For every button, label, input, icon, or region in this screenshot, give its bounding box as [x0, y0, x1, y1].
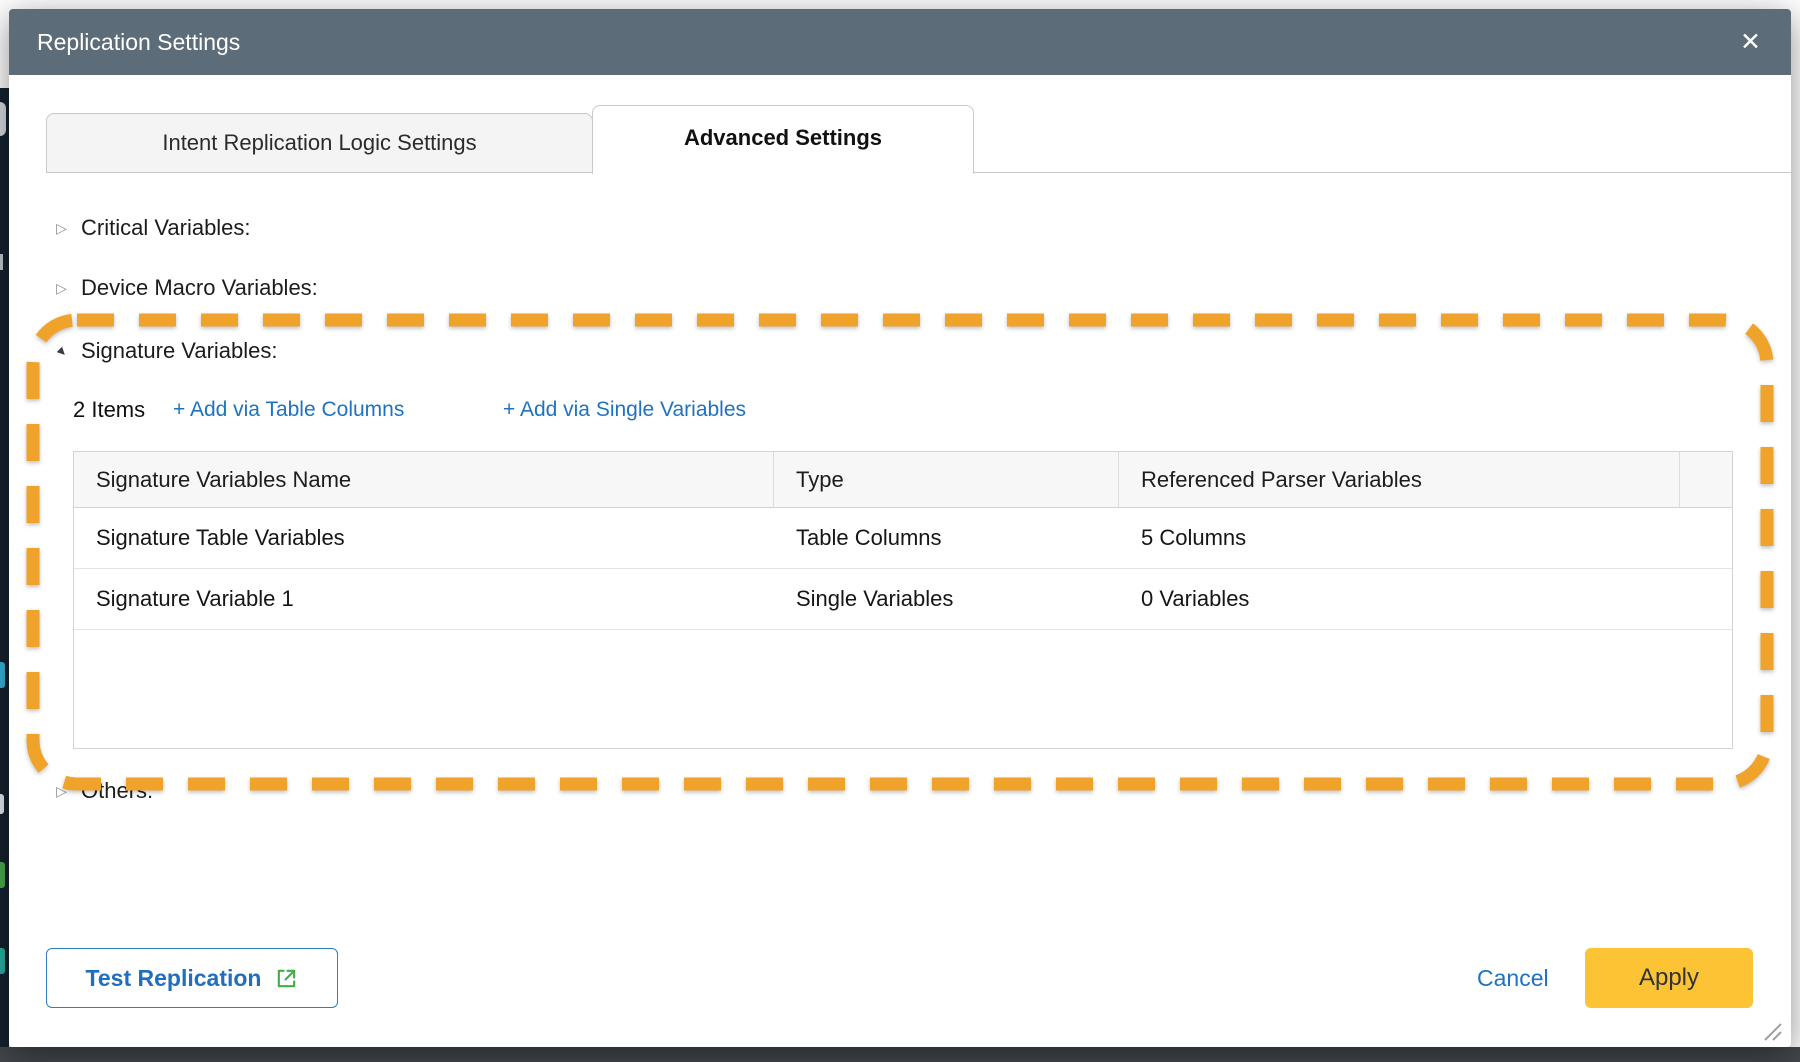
- background-sidebar-fragment: [0, 102, 6, 136]
- table-row[interactable]: Signature Variable 1 Single Variables 0 …: [74, 569, 1732, 630]
- apply-button[interactable]: Apply: [1585, 948, 1753, 1008]
- section-label: Others:: [81, 778, 153, 804]
- section-signature-variables[interactable]: ▼ Signature Variables:: [53, 338, 278, 364]
- section-label: Signature Variables:: [81, 338, 278, 364]
- replication-settings-dialog: Replication Settings ✕ Intent Replicatio…: [9, 9, 1791, 1047]
- collapse-arrow-icon[interactable]: ▷: [53, 220, 70, 237]
- table-row[interactable]: Signature Table Variables Table Columns …: [74, 508, 1732, 569]
- cell-type: Table Columns: [774, 508, 1119, 568]
- section-device-macro-variables[interactable]: ▷ Device Macro Variables:: [53, 275, 318, 301]
- signature-variables-table: Signature Variables Name Type Referenced…: [73, 451, 1733, 749]
- background-sidebar-fragment: [0, 948, 5, 974]
- cell-referenced: 5 Columns: [1119, 508, 1680, 568]
- background-sidebar-fragment: [0, 662, 5, 688]
- test-replication-label: Test Replication: [86, 965, 262, 992]
- cell-type: Single Variables: [774, 569, 1119, 629]
- tab-intent-replication-logic-settings[interactable]: Intent Replication Logic Settings: [46, 113, 593, 173]
- expand-arrow-icon[interactable]: ▼: [50, 340, 73, 363]
- table-header-row: Signature Variables Name Type Referenced…: [74, 452, 1732, 508]
- tab-label: Advanced Settings: [684, 125, 882, 150]
- add-via-table-columns-link[interactable]: + Add via Table Columns: [173, 398, 404, 422]
- collapse-arrow-icon[interactable]: ▷: [53, 783, 70, 800]
- cell-name: Signature Table Variables: [74, 508, 774, 568]
- section-label: Critical Variables:: [81, 215, 251, 241]
- column-header-referenced[interactable]: Referenced Parser Variables: [1119, 452, 1680, 507]
- tab-label: Intent Replication Logic Settings: [162, 130, 476, 155]
- column-header-name[interactable]: Signature Variables Name: [74, 452, 774, 507]
- cell-name: Signature Variable 1: [74, 569, 774, 629]
- cancel-button[interactable]: Cancel: [1477, 948, 1549, 1008]
- section-others[interactable]: ▷ Others:: [53, 778, 153, 804]
- background-sidebar-fragment: [0, 862, 5, 888]
- signature-variables-toolbar: 2 Items + Add via Table Columns + Add vi…: [73, 397, 1073, 427]
- cell-referenced: 0 Variables: [1119, 569, 1680, 629]
- section-critical-variables[interactable]: ▷ Critical Variables:: [53, 215, 251, 241]
- section-label: Device Macro Variables:: [81, 275, 318, 301]
- test-replication-button[interactable]: Test Replication: [46, 948, 338, 1008]
- dialog-title: Replication Settings: [37, 9, 240, 75]
- column-header-type[interactable]: Type: [774, 452, 1119, 507]
- tab-advanced-settings[interactable]: Advanced Settings: [592, 105, 974, 174]
- collapse-arrow-icon[interactable]: ▷: [53, 280, 70, 297]
- cell-spacer: [1680, 508, 1732, 568]
- close-icon[interactable]: ✕: [1740, 9, 1761, 75]
- dialog-header: Replication Settings ✕: [9, 9, 1791, 75]
- background-sidebar-fragment: [0, 254, 3, 270]
- items-count: 2 Items: [73, 397, 145, 423]
- background-sidebar-fragment: [0, 794, 4, 814]
- external-link-icon: [275, 967, 298, 990]
- resize-handle-icon[interactable]: [1761, 1020, 1783, 1042]
- background-bottom-bar: [0, 1047, 1800, 1062]
- background-sidebar: [0, 88, 9, 1062]
- column-header-spacer: [1680, 452, 1732, 507]
- cell-spacer: [1680, 569, 1732, 629]
- add-via-single-variables-link[interactable]: + Add via Single Variables: [503, 398, 746, 422]
